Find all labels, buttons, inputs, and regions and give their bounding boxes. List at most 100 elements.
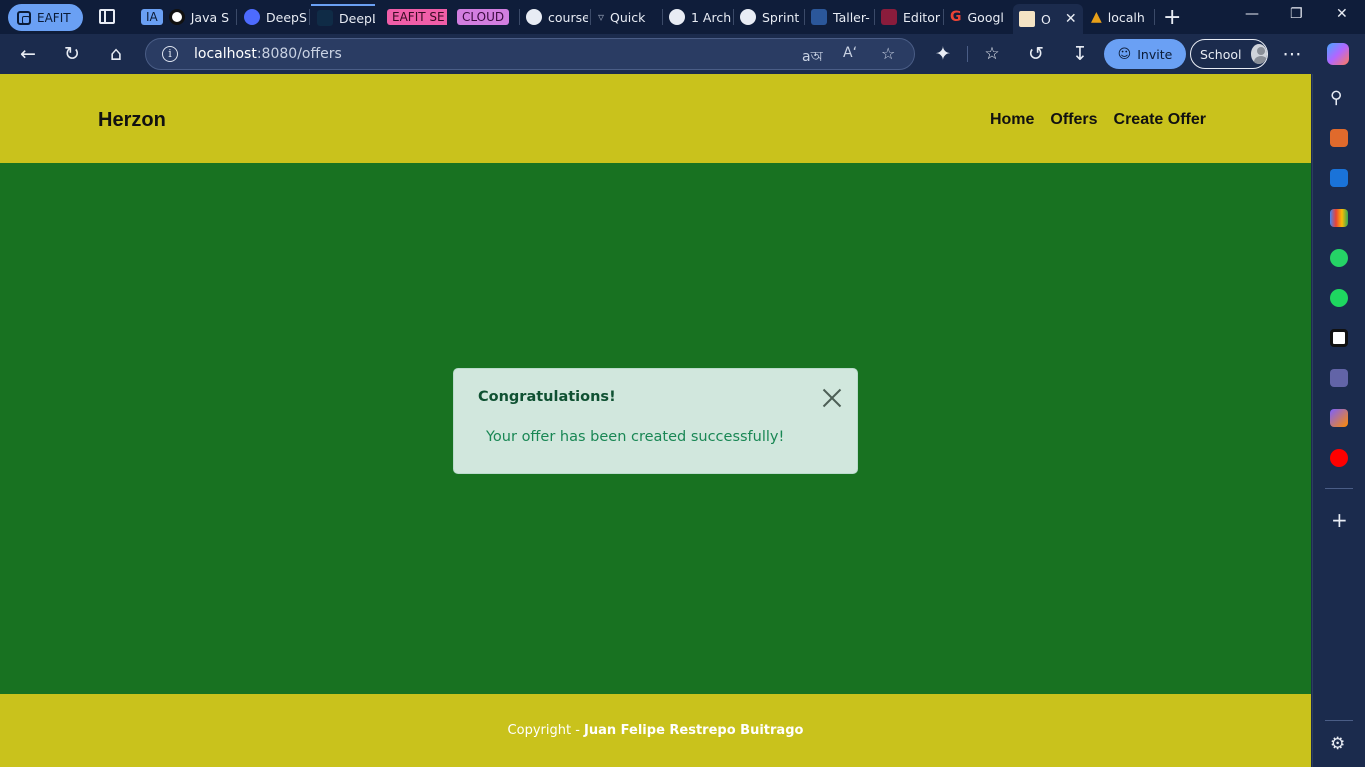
deepseek-favicon-icon [244, 9, 260, 25]
tab-actions-icon[interactable] [99, 9, 115, 24]
workspace-button[interactable]: EAFIT [8, 4, 83, 31]
tab-group-label: CLOUD [457, 9, 510, 25]
address-bar[interactable]: i localhost:8080/offers aঅ A‘ ☆ [145, 38, 915, 70]
app-icon[interactable] [1330, 409, 1348, 427]
tab-group-eafit-se[interactable]: EAFIT SE [381, 4, 447, 30]
home-icon[interactable]: ⌂ [105, 43, 127, 65]
tab-group-label: EAFIT SE [387, 9, 447, 25]
favorites-icon[interactable]: ☆ [981, 43, 1003, 65]
refresh-icon[interactable]: ↻ [61, 43, 83, 65]
whatsapp-icon[interactable] [1330, 249, 1348, 267]
browser-tab-strip: EAFIT IA Java S DeepS DeepL EAFIT SE CLO… [0, 0, 1365, 34]
tab-title: Sprint [762, 9, 800, 25]
github-favicon-icon [669, 9, 685, 25]
tab-sprint[interactable]: Sprint [734, 4, 802, 30]
teams-icon[interactable] [1330, 369, 1348, 387]
tab-ia[interactable]: IA Java S [135, 4, 235, 30]
read-aloud-icon[interactable]: A‘ [843, 45, 857, 61]
success-alert: Congratulations! Your offer has been cre… [453, 368, 858, 474]
chatgpt-icon[interactable] [1330, 329, 1348, 347]
page-favicon-icon [1019, 11, 1035, 27]
alert-message: Your offer has been created successfully… [486, 429, 785, 445]
alert-title: Congratulations! [478, 389, 616, 405]
tab-localhost[interactable]: ▲ localh [1085, 4, 1155, 30]
settings-icon[interactable]: ⚙ [1330, 734, 1345, 754]
tab-title: Java S [190, 9, 230, 25]
translate-icon[interactable]: aঅ [802, 45, 823, 69]
extensions-icon[interactable]: ✦ [932, 43, 954, 65]
spotify-icon[interactable] [1330, 289, 1348, 307]
tab-title: localh [1107, 9, 1145, 25]
deepl-favicon-icon [317, 10, 333, 26]
tab-taller[interactable]: Taller- [805, 4, 873, 30]
tab-offers-active[interactable]: O ✕ [1013, 4, 1083, 34]
github-favicon-icon [526, 9, 542, 25]
footer-author: Juan Felipe Restrepo Buitrago [584, 723, 804, 738]
url-text[interactable]: localhost:8080/offers [194, 46, 342, 62]
tab-title: Editor [903, 9, 940, 25]
github-favicon-icon [740, 9, 756, 25]
site-footer: Copyright - Juan Felipe Restrepo Buitrag… [0, 694, 1311, 767]
site-brand[interactable]: Herzon [98, 109, 166, 132]
tab-editor[interactable]: Editor [875, 4, 941, 30]
back-arrow-icon[interactable]: ← [17, 43, 39, 65]
word-favicon-icon [811, 9, 827, 25]
more-icon[interactable]: ⋯ [1281, 43, 1303, 65]
tab-deepseek[interactable]: DeepS [238, 4, 308, 30]
profile-label: School [1200, 46, 1242, 62]
spring-favicon-icon: ▲ [1091, 9, 1102, 25]
editor-favicon-icon [881, 9, 897, 25]
favorite-star-icon[interactable]: ☆ [881, 44, 895, 63]
new-tab-icon[interactable]: + [1163, 5, 1181, 30]
info-icon[interactable]: i [162, 46, 178, 62]
workspace-label: EAFIT [37, 10, 71, 25]
browser-toolbar: ← ↻ ⌂ i localhost:8080/offers aঅ A‘ ☆ ✦ … [0, 34, 1365, 74]
tab-title: O [1041, 11, 1051, 27]
tab-title: Googl [967, 9, 1004, 25]
tab-title: course [548, 9, 588, 25]
invite-people-icon: ☺ [1117, 46, 1132, 62]
outlook-icon[interactable] [1330, 169, 1348, 187]
footer-prefix: Copyright - [507, 723, 585, 738]
tab-title: 1 Arch [691, 9, 731, 25]
nav-home-link[interactable]: Home [990, 111, 1034, 129]
youtube-music-icon[interactable] [1330, 449, 1348, 467]
tab-group-label: IA [141, 9, 163, 25]
page-content: Herzon Home Offers Create Offer Congratu… [0, 74, 1311, 767]
workspace-icon [17, 10, 31, 25]
minimize-icon[interactable]: — [1245, 6, 1259, 22]
tab-arch[interactable]: 1 Arch [663, 4, 731, 30]
restore-icon[interactable]: ❐ [1290, 6, 1303, 22]
tab-deepl[interactable]: DeepL [311, 4, 375, 30]
tab-course[interactable]: course [520, 4, 588, 30]
tab-title: DeepL [339, 10, 375, 26]
close-tab-icon[interactable]: ✕ [1065, 11, 1077, 27]
window-close-icon[interactable]: ✕ [1336, 6, 1348, 22]
avatar [1250, 44, 1267, 64]
gmail-icon[interactable] [1330, 209, 1348, 227]
close-icon[interactable] [822, 388, 842, 408]
chatgpt-favicon-icon [168, 9, 185, 25]
url-path: :8080/offers [256, 46, 342, 62]
google-favicon-icon: G [950, 9, 962, 25]
site-nav: Home Offers Create Offer [990, 111, 1206, 129]
tab-title: DeepS [266, 9, 307, 25]
add-icon[interactable]: + [1331, 508, 1348, 532]
footer-copyright: Copyright - Juan Felipe Restrepo Buitrag… [0, 723, 1311, 738]
search-icon[interactable]: ⚲ [1330, 88, 1342, 108]
history-icon[interactable]: ↺ [1025, 43, 1047, 65]
copilot-icon[interactable] [1327, 43, 1349, 65]
download-icon[interactable]: ↧ [1069, 43, 1091, 65]
nav-offers-link[interactable]: Offers [1050, 111, 1097, 129]
invite-label: Invite [1137, 46, 1173, 62]
site-header: Herzon Home Offers Create Offer [0, 74, 1311, 163]
url-host: localhost [194, 46, 257, 62]
profile-button[interactable]: School [1190, 39, 1268, 69]
tab-google[interactable]: G Googl [944, 4, 1010, 30]
nav-create-offer-link[interactable]: Create Offer [1114, 111, 1206, 129]
invite-button[interactable]: ☺ Invite [1104, 39, 1186, 69]
tab-title: Quick [610, 9, 646, 25]
tools-icon[interactable] [1330, 129, 1348, 147]
tab-group-cloud[interactable]: CLOUD [451, 4, 517, 30]
tab-quick[interactable]: ▿ Quick [592, 4, 660, 30]
